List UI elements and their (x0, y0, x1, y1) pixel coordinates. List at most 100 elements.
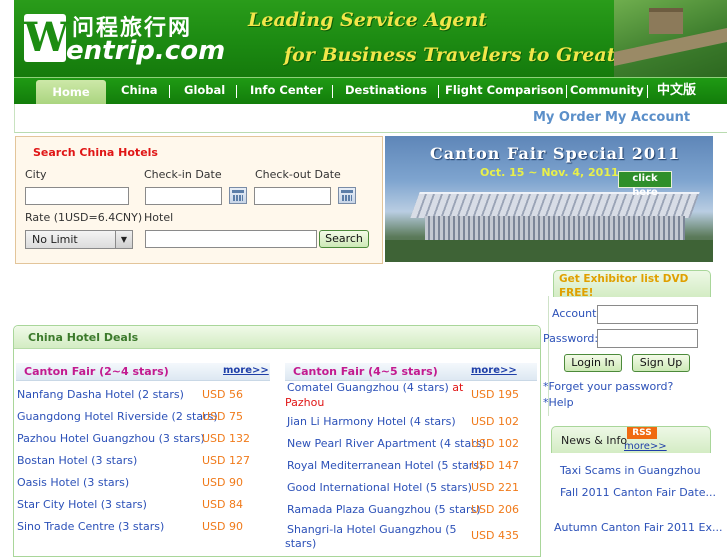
great-wall-image (614, 0, 727, 77)
hotel-link[interactable]: Star City Hotel (3 stars) (17, 498, 147, 511)
hotel-link[interactable]: Good International Hotel (5 stars) (287, 481, 472, 494)
more-link[interactable]: more>> (471, 365, 517, 376)
logo-mark[interactable]: W (24, 14, 69, 62)
nav-divider (169, 85, 170, 98)
chevron-down-icon[interactable]: ▼ (115, 231, 132, 248)
nav-home[interactable]: Home (36, 80, 106, 105)
nav-divider (438, 85, 439, 98)
hotel-link[interactable]: Royal Mediterranean Hotel (5 stars) (287, 459, 483, 472)
hotel-link[interactable]: Oasis Hotel (3 stars) (17, 476, 129, 489)
canton-fair-banner[interactable]: Canton Fair Special 2011 Oct. 15 ~ Nov. … (385, 136, 713, 262)
signup-button[interactable]: Sign Up (632, 354, 690, 372)
login-header: Get Exhibitor list DVD FREE! (553, 270, 711, 300)
forgot-password-link[interactable]: *Forget your password? (543, 380, 673, 393)
nav-flight-comparison[interactable]: Flight Comparison (445, 78, 564, 105)
city-label: City (25, 168, 47, 181)
deals-title: China Hotel Deals (28, 331, 139, 344)
hotel-link[interactable]: Guangdong Hotel Riverside (2 stars) (17, 410, 218, 423)
banner-ground (385, 240, 713, 262)
hotel-link-continued[interactable]: stars) (285, 537, 316, 550)
hotel-link[interactable]: Jian Li Harmony Hotel (4 stars) (287, 415, 456, 428)
exhibition-hall (425, 216, 685, 242)
deals-column-header: Canton Fair (2~4 stars) more>> (16, 363, 270, 381)
my-account-link[interactable]: My Account (605, 110, 690, 125)
hotel-price: USD 206 (471, 503, 519, 516)
hotel-price: USD 127 (202, 454, 250, 467)
column-title: Canton Fair (2~4 stars) (24, 365, 169, 378)
hotel-link[interactable]: Bostan Hotel (3 stars) (17, 454, 137, 467)
news-item[interactable]: Taxi Scams in Guangzhou (560, 464, 701, 477)
news-item[interactable]: Fall 2011 Canton Fair Date... (560, 486, 716, 499)
checkout-calendar-icon[interactable] (338, 187, 356, 204)
account-input[interactable] (597, 305, 698, 324)
hotel-name[interactable]: Comatel Guangzhou (4 stars) (287, 381, 449, 394)
slogan-line-1: Leading Service Agent (248, 9, 488, 31)
news-more-link[interactable]: more>> (624, 441, 667, 452)
hotel-link[interactable]: Nanfang Dasha Hotel (2 stars) (17, 388, 184, 401)
main-nav: Home China Global Info Center Destinatio… (14, 77, 727, 105)
deals-header: China Hotel Deals (14, 326, 540, 349)
hotel-link[interactable]: New Pearl River Apartment (4 stars) (287, 437, 486, 450)
nav-destinations[interactable]: Destinations (345, 78, 427, 105)
hotel-location: Pazhou (285, 396, 324, 409)
nav-global[interactable]: Global (184, 78, 225, 105)
hotel-input[interactable] (145, 230, 317, 248)
banner-dates: Oct. 15 ~ Nov. 4, 2011 (480, 166, 619, 179)
checkout-input[interactable] (254, 187, 331, 205)
nav-divider (647, 85, 648, 98)
hotel-location-prefix: at (448, 381, 464, 394)
rate-selected-value: No Limit (32, 233, 78, 246)
nav-community[interactable]: Community (570, 78, 644, 105)
account-label: Account: (552, 307, 601, 320)
banner-title: Canton Fair Special 2011 (430, 144, 681, 163)
password-input[interactable] (597, 329, 698, 348)
hotel-search-panel: Search China Hotels City Check-in Date C… (15, 136, 383, 264)
exhibitor-dvd-link[interactable]: Get Exhibitor list DVD FREE! (559, 272, 709, 300)
hotel-link[interactable]: Pazhou Hotel Guangzhou (3 stars) (17, 432, 205, 445)
nav-chinese-version[interactable]: 中文版 (657, 78, 696, 105)
rate-select[interactable]: No Limit ▼ (25, 230, 133, 249)
checkin-calendar-icon[interactable] (229, 187, 247, 204)
nav-divider (332, 85, 333, 98)
hotel-link[interactable]: Comatel Guangzhou (4 stars) at (287, 381, 463, 394)
rss-icon[interactable]: RSS (627, 427, 657, 439)
hotel-price: USD 102 (471, 415, 519, 428)
hotel-price: USD 147 (471, 459, 519, 472)
nav-info-center[interactable]: Info Center (250, 78, 323, 105)
more-link[interactable]: more>> (223, 365, 269, 376)
city-input[interactable] (25, 187, 129, 205)
hotel-price: USD 435 (471, 529, 519, 542)
column-title: Canton Fair (4~5 stars) (293, 365, 438, 378)
password-label: Password: (543, 332, 599, 345)
sub-nav: My Order My Account (14, 104, 727, 133)
hotel-price: USD 90 (202, 520, 243, 533)
hotel-price: USD 90 (202, 476, 243, 489)
news-item[interactable]: Autumn Canton Fair 2011 Ex... (554, 521, 722, 534)
nav-china[interactable]: China (121, 78, 158, 105)
hotel-link[interactable]: Sino Trade Centre (3 stars) (17, 520, 164, 533)
news-header: News & Info RSS more>> (551, 426, 711, 453)
hotel-link[interactable]: Shangri-la Hotel Guangzhou (5 (287, 523, 457, 536)
search-button[interactable]: Search (319, 230, 369, 248)
rate-label: Rate (1USD=6.4CNY) (25, 211, 143, 224)
login-button[interactable]: Login In (564, 354, 622, 372)
nav-divider (566, 85, 567, 98)
login-panel: Get Exhibitor list DVD FREE! Account: Pa… (543, 268, 712, 416)
hotel-link[interactable]: Ramada Plaza Guangzhou (5 stars) (287, 503, 481, 516)
hotel-location-name: Pazhou (285, 396, 325, 409)
deals-column-header: Canton Fair (4~5 stars) more>> (285, 363, 537, 381)
search-title: Search China Hotels (33, 146, 158, 159)
hotel-price: USD 102 (471, 437, 519, 450)
hotel-price: USD 75 (202, 410, 243, 423)
hotel-price: USD 132 (202, 432, 250, 445)
hotel-label: Hotel (144, 211, 174, 224)
help-link[interactable]: *Help (543, 396, 574, 409)
click-here-button[interactable]: click here (618, 171, 672, 198)
hotel-deals-panel: China Hotel Deals Canton Fair (2~4 stars… (13, 325, 541, 557)
hotel-price: USD 221 (471, 481, 519, 494)
checkin-input[interactable] (145, 187, 222, 205)
my-order-link[interactable]: My Order (533, 110, 601, 125)
hotel-price: USD 195 (471, 388, 519, 401)
logo-english-text[interactable]: entrip.com (66, 36, 225, 66)
hotel-price: USD 84 (202, 498, 243, 511)
